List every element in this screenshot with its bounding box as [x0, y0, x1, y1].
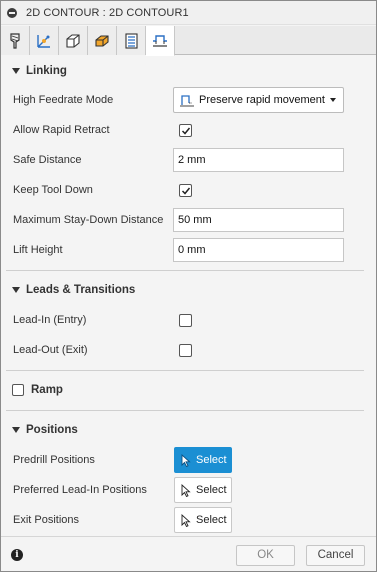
dialog-window: 2D CONTOUR : 2D CONTOUR1 Linking High Fe… — [0, 0, 377, 572]
field-label: Safe Distance — [13, 154, 82, 166]
field-label: Lead-In (Entry) — [13, 314, 87, 326]
cursor-arrow-icon — [181, 453, 191, 467]
safe-distance-input[interactable]: 2 mm — [173, 148, 344, 172]
heights-tab-icon — [66, 33, 80, 48]
field-label: Lead-Out (Exit) — [13, 344, 88, 356]
section-divider — [6, 270, 364, 271]
leads-section-header[interactable]: Leads & Transitions — [1, 275, 376, 305]
dialog-footer: i OK Cancel — [1, 536, 376, 571]
positions-section-header[interactable]: Positions — [1, 415, 376, 445]
field-label: Predrill Positions — [13, 454, 95, 466]
exit-select-button[interactable]: Select — [174, 507, 232, 533]
cancel-button[interactable]: Cancel — [306, 545, 365, 566]
tab-geometry[interactable] — [30, 26, 59, 55]
ramp-section-header[interactable]: Ramp — [1, 375, 376, 405]
field-label: High Feedrate Mode — [13, 94, 114, 106]
section-title: Positions — [26, 424, 78, 436]
tab-passes[interactable] — [88, 26, 117, 55]
rapid-movement-icon — [180, 95, 194, 107]
allow-rapid-retract-checkbox[interactable] — [179, 124, 192, 137]
lead-out-row: Lead-Out (Exit) — [1, 335, 376, 365]
cursor-arrow-icon — [181, 483, 191, 497]
preferred-lead-in-select-button[interactable]: Select — [174, 477, 232, 503]
maximum-stay-down-row: Maximum Stay-Down Distance 50 mm — [1, 205, 376, 235]
keep-tool-down-checkbox[interactable] — [179, 184, 192, 197]
high-feedrate-mode-row: High Feedrate Mode Preserve rapid moveme… — [1, 85, 376, 115]
field-label: Allow Rapid Retract — [13, 124, 110, 136]
passes-tab-icon — [95, 34, 109, 47]
field-label: Keep Tool Down — [13, 184, 93, 196]
section-title: Leads & Transitions — [26, 284, 136, 296]
post-tab-icon — [125, 32, 138, 49]
select-label: Select — [196, 484, 227, 496]
safe-distance-row: Safe Distance 2 mm — [1, 145, 376, 175]
title-bar[interactable]: 2D CONTOUR : 2D CONTOUR1 — [1, 1, 376, 25]
tab-heights[interactable] — [59, 26, 88, 55]
geometry-tab-icon — [37, 34, 50, 48]
collapse-icon[interactable] — [7, 7, 17, 18]
exit-positions-row: Exit Positions Select — [1, 505, 376, 535]
field-label: Lift Height — [13, 244, 63, 256]
predrill-positions-row: Predrill Positions Select — [1, 445, 376, 475]
dialog-title: 2D CONTOUR : 2D CONTOUR1 — [26, 6, 189, 19]
expand-arrow-icon[interactable] — [12, 287, 20, 293]
lead-out-checkbox[interactable] — [179, 344, 192, 357]
tool-tab-icon — [10, 32, 20, 49]
chevron-down-icon — [330, 98, 336, 102]
ok-button[interactable]: OK — [236, 545, 295, 566]
info-icon[interactable]: i — [11, 549, 23, 561]
checkmark-icon — [181, 187, 191, 195]
expand-arrow-icon[interactable] — [12, 68, 20, 74]
section-title: Linking — [26, 65, 67, 77]
dropdown-value: Preserve rapid movement — [199, 94, 325, 106]
keep-tool-down-row: Keep Tool Down — [1, 175, 376, 205]
field-label: Exit Positions — [13, 514, 80, 526]
checkmark-icon — [181, 127, 191, 135]
parameters-panel: Linking High Feedrate Mode Preserve rapi… — [1, 56, 376, 535]
allow-rapid-retract-row: Allow Rapid Retract — [1, 115, 376, 145]
preferred-lead-in-row: Preferred Lead-In Positions Select — [1, 475, 376, 505]
linking-tab-icon — [153, 34, 167, 47]
lead-in-row: Lead-In (Entry) — [1, 305, 376, 335]
select-label: Select — [196, 454, 227, 466]
lift-height-input[interactable]: 0 mm — [173, 238, 344, 262]
maximum-stay-down-input[interactable]: 50 mm — [173, 208, 344, 232]
cursor-arrow-icon — [181, 513, 191, 527]
select-label: Select — [196, 514, 227, 526]
section-title: Ramp — [31, 384, 63, 396]
lead-in-checkbox[interactable] — [179, 314, 192, 327]
tab-linking[interactable] — [146, 26, 175, 56]
tab-post[interactable] — [117, 26, 146, 55]
lift-height-row: Lift Height 0 mm — [1, 235, 376, 265]
linking-section-header[interactable]: Linking — [1, 56, 376, 86]
tab-tool[interactable] — [1, 26, 30, 55]
predrill-select-button[interactable]: Select — [174, 447, 232, 473]
high-feedrate-mode-dropdown[interactable]: Preserve rapid movement — [173, 87, 344, 113]
section-divider — [6, 410, 364, 411]
field-label: Preferred Lead-In Positions — [13, 484, 147, 496]
expand-arrow-icon[interactable] — [12, 427, 20, 433]
tab-strip — [1, 26, 376, 56]
ramp-checkbox[interactable] — [12, 384, 24, 396]
section-divider — [6, 370, 364, 371]
field-label: Maximum Stay-Down Distance — [13, 214, 164, 226]
